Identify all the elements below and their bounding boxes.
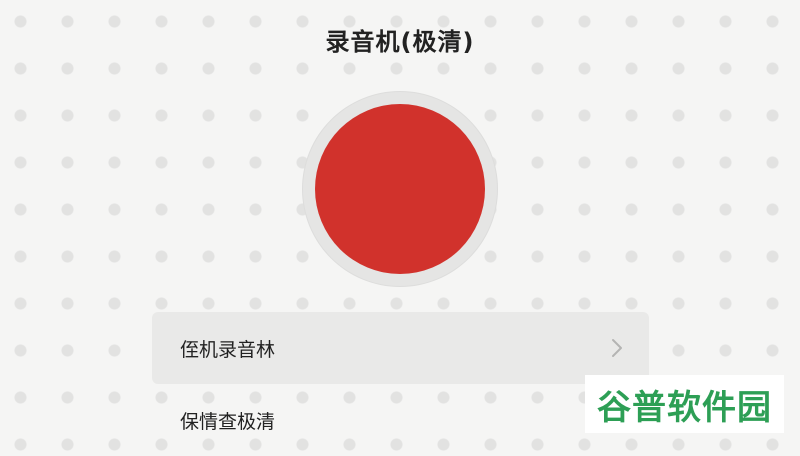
- menu-item-label: 侄机录音林: [180, 338, 276, 361]
- page-title: 录音机(极清): [325, 28, 475, 56]
- menu-item-2[interactable]: 保情查极清: [152, 384, 649, 456]
- watermark-logo: 谷普软件园: [585, 375, 784, 433]
- menu-item-label: 保情查极清: [180, 410, 276, 433]
- record-button[interactable]: [315, 104, 485, 274]
- chevron-right-icon: [612, 339, 622, 357]
- menu-item-1[interactable]: 侄机录音林: [152, 312, 649, 384]
